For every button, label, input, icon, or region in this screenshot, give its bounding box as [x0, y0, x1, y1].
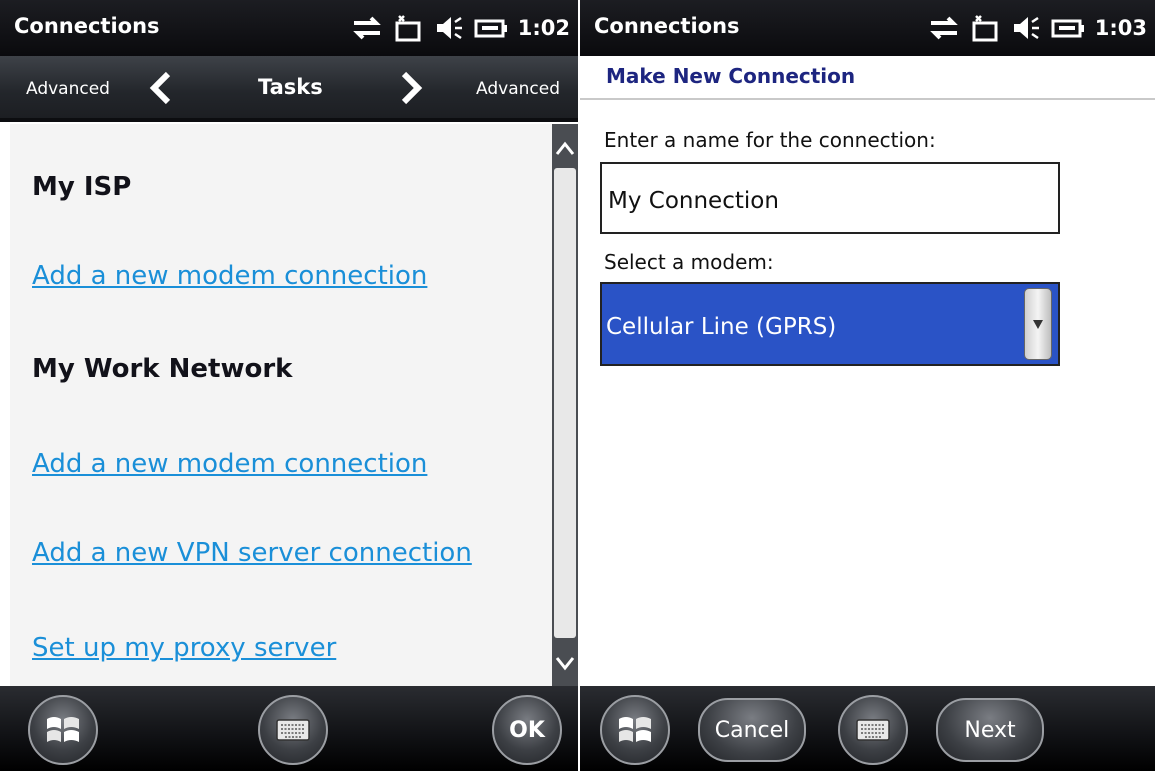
divider: [0, 118, 578, 122]
battery-icon[interactable]: [474, 14, 508, 42]
scroll-up-icon[interactable]: [552, 128, 578, 168]
windows-start-icon: [47, 717, 79, 742]
ok-button[interactable]: OK: [492, 695, 562, 765]
name-label: Enter a name for the connection:: [604, 128, 936, 152]
windows-start-icon: [619, 717, 651, 742]
volume-icon[interactable]: [434, 14, 464, 42]
vertical-scrollbar[interactable]: [552, 124, 578, 686]
link-isp-add-modem[interactable]: Add a new modem connection: [32, 261, 427, 291]
tab-advanced-left[interactable]: Advanced: [26, 79, 110, 99]
modem-select[interactable]: Cellular Line (GPRS): [600, 282, 1060, 366]
chevron-left-icon[interactable]: [148, 70, 174, 106]
connection-name-input[interactable]: My Connection: [600, 162, 1060, 234]
window-title: Connections: [594, 14, 740, 38]
make-new-connection-screen: Connections 1:03 Make New Connection Ent…: [580, 0, 1155, 771]
battery-icon[interactable]: [1051, 14, 1085, 42]
tab-advanced-right[interactable]: Advanced: [476, 79, 560, 99]
next-button[interactable]: Next: [936, 698, 1044, 762]
sync-icon[interactable]: [350, 14, 384, 42]
keyboard-icon: [856, 719, 890, 741]
keyboard-button[interactable]: [258, 695, 328, 765]
title-bar: Connections 1:02: [0, 0, 578, 56]
title-bar: Connections 1:03: [580, 0, 1155, 56]
connection-form: Enter a name for the connection: My Conn…: [580, 100, 1155, 686]
keyboard-icon: [276, 719, 310, 741]
tab-navigation: Advanced Tasks Advanced: [0, 56, 578, 122]
modem-dropdown-button[interactable]: [1024, 288, 1052, 360]
scrollbar-thumb[interactable]: [554, 168, 576, 638]
keyboard-button[interactable]: [838, 695, 908, 765]
start-button[interactable]: [28, 695, 98, 765]
cancel-button[interactable]: Cancel: [698, 698, 806, 762]
group-heading-my-work-network: My Work Network: [32, 354, 293, 384]
signal-icon[interactable]: [394, 14, 424, 42]
modem-label: Select a modem:: [604, 250, 774, 274]
sync-icon[interactable]: [927, 14, 961, 42]
status-icons: 1:03: [927, 10, 1147, 46]
chevron-right-icon[interactable]: [398, 70, 424, 106]
page-header: Make New Connection: [580, 56, 1155, 100]
softkey-bar: OK: [0, 686, 578, 771]
tab-tasks[interactable]: Tasks: [258, 75, 323, 99]
softkey-bar: Cancel Next: [580, 686, 1155, 771]
signal-icon[interactable]: [971, 14, 1001, 42]
link-work-add-vpn[interactable]: Add a new VPN server connection: [32, 538, 472, 568]
volume-icon[interactable]: [1011, 14, 1041, 42]
tasks-list: My ISP Add a new modem connection My Wor…: [10, 124, 552, 686]
status-icons: 1:02: [350, 10, 570, 46]
clock[interactable]: 1:02: [518, 16, 570, 40]
connections-tasks-screen: Connections 1:02 Advanced Tasks Advanced…: [0, 0, 578, 771]
page-title: Make New Connection: [606, 64, 856, 88]
modem-selected-value: Cellular Line (GPRS): [606, 314, 837, 340]
group-heading-my-isp: My ISP: [32, 172, 132, 202]
link-work-proxy[interactable]: Set up my proxy server: [32, 633, 336, 663]
clock[interactable]: 1:03: [1095, 16, 1147, 40]
window-title: Connections: [14, 14, 160, 38]
scroll-down-icon[interactable]: [552, 644, 578, 684]
link-work-add-modem[interactable]: Add a new modem connection: [32, 449, 427, 479]
start-button[interactable]: [600, 695, 670, 765]
dropdown-arrow-icon: [1033, 320, 1043, 329]
